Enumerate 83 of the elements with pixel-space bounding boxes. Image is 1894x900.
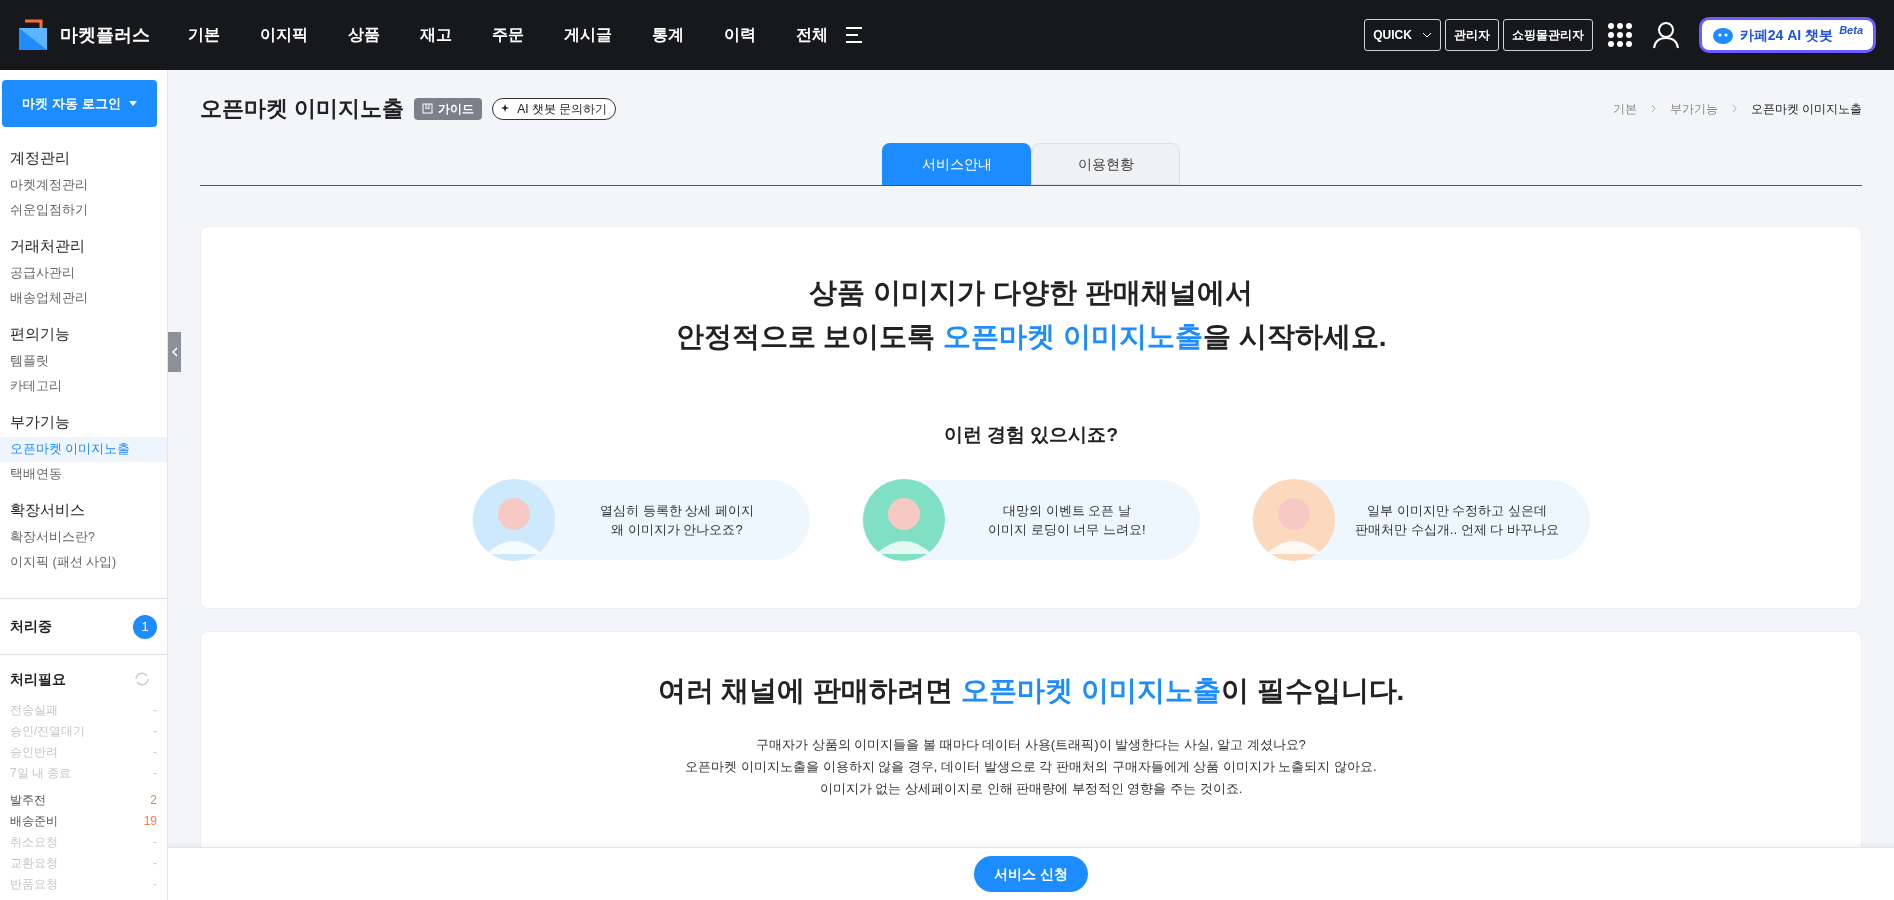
- status-label[interactable]: 발주전: [10, 790, 46, 809]
- header-button[interactable]: 관리자: [1444, 19, 1499, 51]
- sidebar-section-title: 확장서비스: [9, 499, 86, 520]
- status-count: -: [153, 722, 157, 740]
- sidebar-item[interactable]: 이지픽 (패션 사입): [0, 550, 167, 575]
- guide-button[interactable]: 가이드: [414, 97, 483, 120]
- person-silhouette-icon: [1252, 477, 1336, 562]
- tab[interactable]: 서비스안내: [882, 143, 1031, 185]
- sidebar-item[interactable]: 공급사관리: [0, 261, 167, 286]
- status-count: -: [153, 743, 157, 761]
- status-count: -: [153, 764, 157, 782]
- bubble-text: 대망의 이벤트 오픈 날: [1002, 501, 1132, 520]
- bubble-text: 일부 이미지만 수정하고 싶은데: [1366, 501, 1548, 520]
- sidebar-item[interactable]: 확장서비스란?: [0, 525, 167, 550]
- question-text: 이런 경험 있으시죠?: [943, 423, 1119, 447]
- person-silhouette-icon: [862, 477, 946, 562]
- breadcrumb-item: 오픈마켓 이미지노출: [1750, 100, 1862, 118]
- sidebar-section-title: 편의기능: [9, 323, 71, 344]
- beta-label: Beta: [1839, 22, 1863, 38]
- chatbot-button[interactable]: 카페24 AI 챗봇 Beta: [1698, 17, 1876, 53]
- logo-icon: [18, 19, 48, 51]
- sidebar-item[interactable]: 오픈마켓 이미지노출: [0, 437, 167, 462]
- status-count: -: [153, 875, 157, 893]
- headline: 여러 채널에 판매하려면 오픈마켓 이미지노출이 필수입니다.: [657, 673, 1405, 708]
- nav-link[interactable]: 재고: [420, 23, 452, 47]
- bubble-text: 이미지 로딩이 너무 느려요!: [987, 520, 1147, 539]
- nav-link[interactable]: 상품: [348, 23, 380, 47]
- body-text: 구매자가 상품의 이미지들을 볼 때마다 데이터 사용(트래픽)이 발생한다는 사실, 알고 계셨나요?: [755, 735, 1307, 754]
- chevron-down-icon: [1421, 32, 1432, 38]
- bubble-text: 열심히 등록한 상세 페이지: [599, 501, 755, 520]
- apps-grid-icon[interactable]: [1606, 22, 1633, 48]
- breadcrumb-item[interactable]: 기본: [1612, 99, 1637, 118]
- nav-link[interactable]: 주문: [492, 23, 524, 47]
- bubble-text: 판매처만 수십개.. 언제 다 바꾸나요: [1354, 520, 1560, 539]
- person-silhouette-icon: [472, 477, 556, 562]
- nav-link[interactable]: 이력: [724, 23, 756, 47]
- user-icon[interactable]: [1652, 21, 1679, 49]
- chatbot-label: 카페24 AI 챗봇: [1739, 25, 1834, 45]
- chevron-right-icon: [1650, 104, 1656, 113]
- headline: 안정적으로 보이도록 오픈마켓 이미지노출을 시작하세요.: [675, 320, 1387, 354]
- nav-link[interactable]: 통계: [652, 23, 684, 47]
- status-label[interactable]: 배송준비: [10, 811, 58, 830]
- chevron-left-icon: [171, 347, 178, 357]
- caret-icon: [128, 101, 137, 106]
- bubble-text: 왜 이미지가 안나오죠?: [610, 520, 744, 539]
- status-count: 2: [150, 791, 157, 809]
- breadcrumb-item[interactable]: 부가기능: [1669, 99, 1718, 118]
- sidebar-item[interactable]: 배송업체관리: [0, 286, 167, 311]
- market-login-button[interactable]: 마켓 자동 로그인: [2, 80, 157, 127]
- chevron-right-icon: [1731, 104, 1737, 113]
- header-button[interactable]: 쇼핑몰관리자: [1502, 19, 1593, 51]
- sidebar-item[interactable]: 카테고리: [0, 374, 167, 399]
- robot-icon: [1711, 25, 1734, 45]
- sidebar-item[interactable]: 쉬운입점하기: [0, 198, 167, 223]
- body-text: 오픈마켓 이미지노출을 이용하지 않을 경우, 데이터 발생으로 각 판매처의 구매자들에게 상품 이미지가 노출되지 않아요.: [685, 757, 1377, 776]
- menu-icon[interactable]: [844, 26, 864, 44]
- sidebar-item[interactable]: 마켓계정관리: [0, 173, 167, 198]
- status-count: 19: [143, 812, 157, 830]
- nav-link[interactable]: 전체: [796, 23, 828, 47]
- processing-label: 처리중: [10, 617, 52, 636]
- apply-button[interactable]: 서비스 신청: [974, 856, 1088, 892]
- body-text: 이미지가 없는 상세페이지로 인해 판매량에 부정적인 영향을 주는 것이죠.: [818, 779, 1244, 798]
- sidebar-item[interactable]: 템플릿: [0, 349, 167, 374]
- headline: 상품 이미지가 다양한 판매채널에서: [809, 276, 1253, 310]
- count-badge: 1: [133, 614, 157, 639]
- page-title: 오픈마켓 이미지노출: [200, 95, 405, 123]
- status-count: -: [153, 701, 157, 719]
- needs-action-label: 처리필요: [10, 669, 66, 689]
- status-count: -: [153, 833, 157, 851]
- tab[interactable]: 이용현황: [1031, 143, 1180, 185]
- ai-chatbot-button[interactable]: AI 챗봇 문의하기: [492, 97, 617, 120]
- book-icon: [422, 103, 434, 114]
- status-count: -: [153, 854, 157, 872]
- brand-name: 마켓플러스: [60, 23, 150, 47]
- sidebar-item[interactable]: 택배연동: [0, 462, 167, 487]
- header-button[interactable]: QUICK: [1364, 19, 1441, 51]
- nav-link[interactable]: 이지픽: [260, 23, 308, 47]
- collapse-handle[interactable]: [168, 332, 181, 372]
- nav-link[interactable]: 게시글: [564, 23, 612, 47]
- sidebar-section-title: 부가기능: [9, 411, 71, 432]
- nav-link[interactable]: 기본: [188, 23, 220, 47]
- sidebar-section-title: 계정관리: [9, 147, 71, 168]
- sidebar-section-title: 거래처관리: [9, 235, 86, 256]
